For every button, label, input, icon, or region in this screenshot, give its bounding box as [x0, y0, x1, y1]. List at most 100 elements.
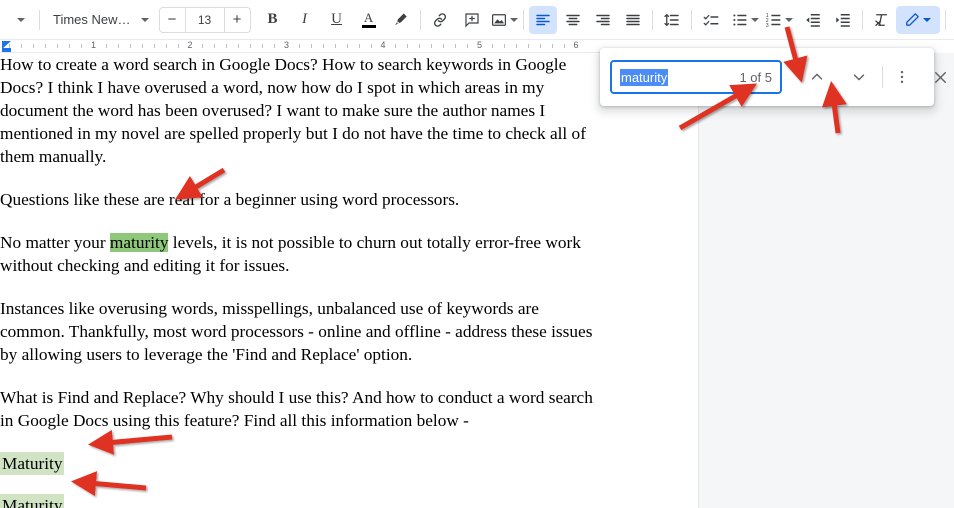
editing-mode-button[interactable]: [895, 5, 940, 34]
ruler-minor-tick: [57, 44, 59, 48]
chevron-up-icon: [951, 12, 954, 28]
ruler-minor-tick: [467, 44, 469, 48]
find-next-button[interactable]: [844, 62, 874, 92]
ruler-minor-tick: [455, 44, 457, 48]
decrease-font-size-button[interactable]: −: [160, 8, 185, 32]
bold-button[interactable]: B: [259, 6, 287, 34]
font-size-stepper[interactable]: − 13 +: [158, 6, 251, 33]
ruler-minor-tick: [527, 44, 529, 48]
toolbar-divider: [419, 9, 421, 30]
toolbar-divider: [651, 9, 653, 30]
paragraph-questions[interactable]: Questions like these are real for a begi…: [0, 188, 598, 211]
ruler-minor-tick: [370, 44, 372, 48]
ruler-number: 5: [476, 40, 483, 50]
paragraph-intro[interactable]: How to create a word search in Google Do…: [0, 53, 598, 168]
increase-indent-button[interactable]: [829, 6, 857, 34]
checklist-button[interactable]: [697, 6, 725, 34]
align-justify-button[interactable]: [619, 6, 647, 34]
align-right-icon: [595, 14, 610, 25]
paragraph-maturity-2[interactable]: Maturity: [0, 494, 598, 508]
toolbar-divider: [522, 9, 524, 30]
maturity-word-1[interactable]: Maturity: [0, 452, 65, 475]
align-center-button[interactable]: [559, 6, 587, 34]
line-spacing-icon: [663, 13, 679, 26]
add-comment-button[interactable]: [458, 6, 486, 34]
line-spacing-button[interactable]: [658, 6, 686, 34]
document-page[interactable]: How to create a word search in Google Do…: [0, 53, 698, 508]
align-right-button[interactable]: [589, 6, 617, 34]
left-indent-marker-icon[interactable]: [2, 48, 11, 52]
find-previous-button[interactable]: [802, 62, 832, 92]
italic-button[interactable]: I: [291, 6, 319, 34]
font-name-label: Times New…: [53, 12, 131, 27]
highlighted-search-match[interactable]: maturity: [109, 233, 169, 252]
text-color-swatch: [361, 25, 376, 28]
ruler-minor-tick: [310, 44, 312, 48]
document-canvas-background: [698, 53, 954, 508]
ruler-minor-tick: [141, 44, 143, 48]
ruler-number: 2: [187, 40, 193, 50]
ruler-minor-tick: [165, 44, 167, 48]
font-size-input[interactable]: 13: [184, 7, 225, 32]
increase-font-size-button[interactable]: +: [225, 8, 250, 32]
checklist-icon: [703, 14, 719, 26]
numbered-list-button[interactable]: 1 2 3: [765, 6, 793, 34]
find-more-options-button[interactable]: [887, 62, 917, 92]
underline-button[interactable]: U: [323, 6, 351, 34]
ruler-minor-tick: [419, 44, 421, 48]
ruler-minor-tick: [226, 44, 228, 48]
paragraph-maturity-1[interactable]: Maturity: [0, 452, 598, 475]
find-close-button[interactable]: [925, 62, 954, 92]
maturity-word-2[interactable]: Maturity: [0, 494, 65, 508]
align-justify-icon: [625, 14, 640, 25]
ruler-minor-tick: [431, 44, 433, 48]
ruler-minor-tick: [45, 44, 47, 48]
paragraph-maturity-levels[interactable]: No matter your maturity levels, it is no…: [0, 231, 598, 277]
clear-formatting-icon: [874, 13, 887, 26]
link-icon: [433, 12, 446, 27]
ruler-minor-tick: [491, 44, 493, 48]
text-color-icon: A: [361, 11, 376, 28]
bulleted-list-icon: [732, 13, 746, 26]
paragraph-instances[interactable]: Instances like overusing words, misspell…: [0, 297, 598, 366]
ruler-minor-tick: [105, 44, 107, 48]
find-input-wrapper[interactable]: maturity 1 of 5: [610, 60, 782, 94]
text-color-button[interactable]: A: [355, 6, 383, 34]
more-vertical-icon: [900, 70, 904, 84]
toolbar-divider: [690, 9, 692, 30]
paragraph-what-is-find-replace[interactable]: What is Find and Replace? Why should I u…: [0, 386, 598, 432]
ruler-minor-tick: [177, 44, 179, 48]
ruler-minor-tick: [129, 44, 131, 48]
decrease-indent-icon: [805, 13, 820, 27]
ruler-minor-tick: [322, 44, 324, 48]
chevron-up-icon: [811, 73, 823, 80]
find-divider: [882, 66, 883, 88]
decrease-indent-button[interactable]: [799, 6, 827, 34]
toolbar-overflow-right-button[interactable]: [951, 6, 954, 34]
ruler-number: 1: [90, 40, 97, 50]
font-name-selector[interactable]: Times New…: [45, 6, 155, 34]
ruler-minor-tick: [117, 44, 119, 48]
ruler-minor-tick: [395, 44, 397, 48]
bulleted-list-button[interactable]: [731, 6, 759, 34]
chevron-down-icon: [923, 17, 932, 22]
find-input[interactable]: maturity: [620, 68, 669, 86]
ruler-minor-tick: [551, 44, 553, 48]
ruler-minor-tick: [334, 44, 336, 48]
ruler-minor-tick: [503, 44, 505, 48]
highlight-color-button[interactable]: [387, 6, 415, 34]
align-left-button[interactable]: [528, 5, 557, 34]
ruler-minor-tick: [262, 44, 264, 48]
ruler-minor-tick: [202, 44, 204, 48]
document-text-body[interactable]: How to create a word search in Google Do…: [0, 53, 598, 508]
svg-text:3: 3: [765, 22, 768, 28]
insert-image-button[interactable]: [490, 6, 518, 34]
ruler-ticks: 1 2 3 4 5 6: [0, 40, 698, 52]
insert-link-button[interactable]: [426, 6, 454, 34]
align-center-icon: [565, 14, 580, 25]
paragraph-maturity-prefix: No matter your: [0, 233, 110, 252]
chevron-down-icon: [853, 74, 865, 81]
toolbar-overflow-left-caret[interactable]: [6, 6, 34, 34]
horizontal-ruler[interactable]: 1 2 3 4 5 6: [0, 40, 698, 53]
clear-formatting-button[interactable]: [868, 6, 896, 34]
